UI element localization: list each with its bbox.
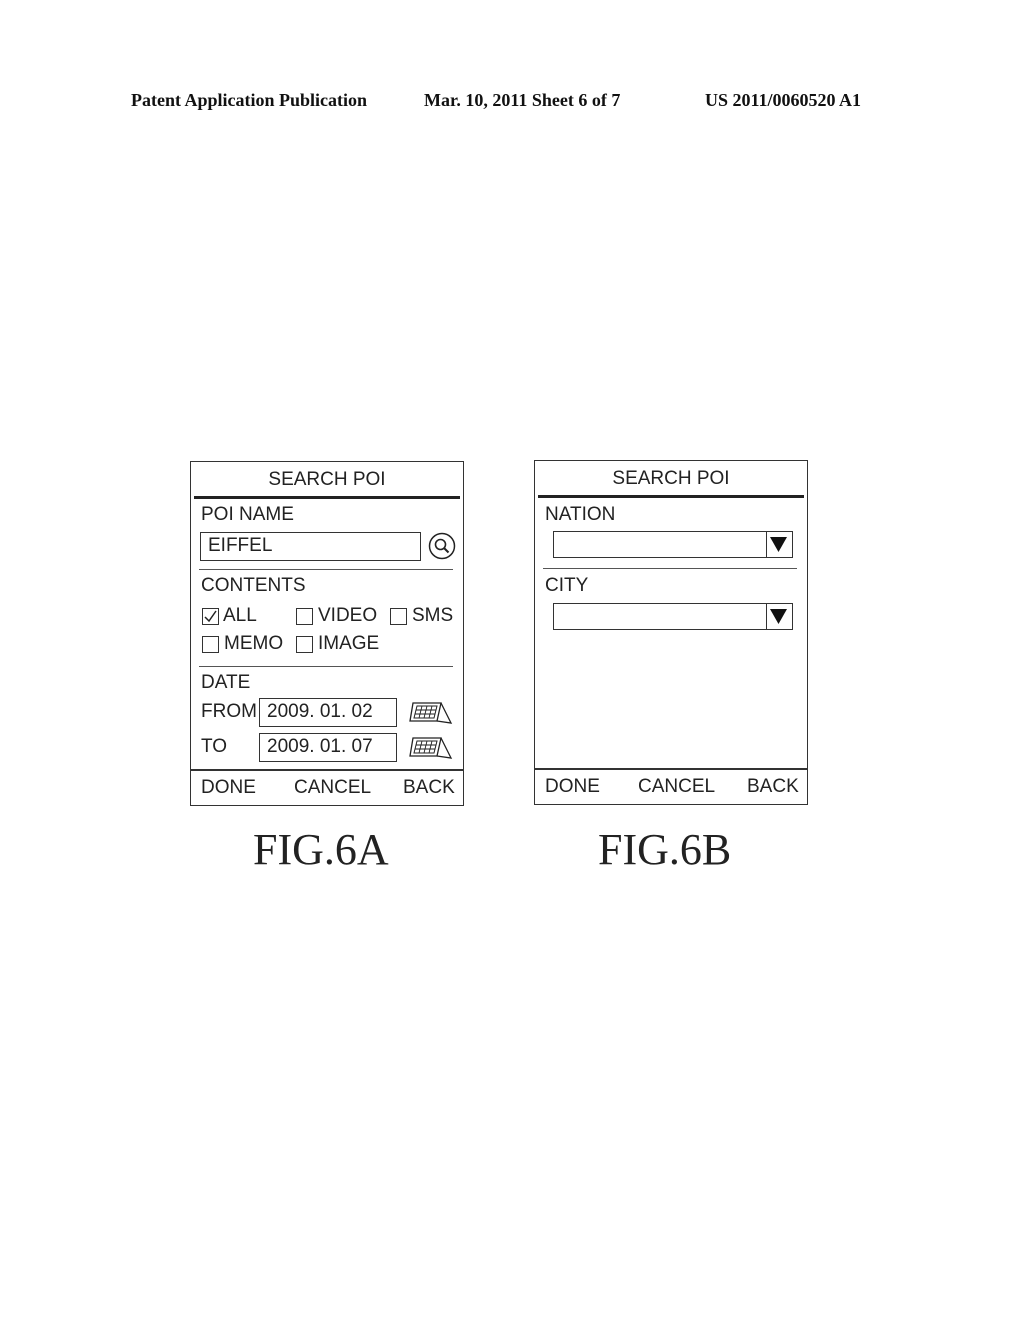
triangle-down-icon[interactable] xyxy=(766,532,792,557)
figure-caption-6a: FIG.6A xyxy=(253,825,389,874)
back-button[interactable]: BACK xyxy=(747,776,799,798)
city-label: CITY xyxy=(545,575,589,596)
from-label: FROM xyxy=(201,701,257,722)
checkbox-sms[interactable] xyxy=(390,608,407,625)
footer-divider xyxy=(535,768,807,770)
done-button[interactable]: DONE xyxy=(545,776,600,798)
section-divider xyxy=(543,568,797,569)
to-label: TO xyxy=(201,736,228,757)
publication-label: Patent Application Publication xyxy=(131,90,368,110)
checkbox-memo-label: MEMO xyxy=(224,633,284,654)
checkbox-video[interactable] xyxy=(296,608,313,625)
figure-caption-6b: FIG.6B xyxy=(598,825,732,874)
back-button[interactable]: BACK xyxy=(403,777,455,799)
poi-name-label: POI NAME xyxy=(201,504,294,525)
search-poi-panel-a: SEARCH POI POI NAME EIFFEL CONTENTS ALL … xyxy=(190,461,464,806)
checkbox-image[interactable] xyxy=(296,636,313,653)
poi-name-input[interactable]: EIFFEL xyxy=(200,532,421,561)
contents-label: CONTENTS xyxy=(201,575,306,596)
checkbox-all[interactable] xyxy=(202,608,219,625)
checkbox-all-label: ALL xyxy=(223,605,257,626)
to-date-value: 2009. 01. 07 xyxy=(267,736,373,757)
checkbox-sms-label: SMS xyxy=(412,605,454,626)
done-button[interactable]: DONE xyxy=(201,777,256,799)
panel-title: SEARCH POI xyxy=(612,468,730,489)
poi-name-value: EIFFEL xyxy=(208,535,273,556)
cancel-button[interactable]: CANCEL xyxy=(294,777,371,799)
panel-title: SEARCH POI xyxy=(268,469,386,490)
patent-number: US 2011/0060520 A1 xyxy=(705,90,862,110)
triangle-down-icon[interactable] xyxy=(766,604,792,629)
city-dropdown[interactable] xyxy=(553,603,793,630)
from-date-value: 2009. 01. 02 xyxy=(267,701,373,722)
checkbox-memo[interactable] xyxy=(202,636,219,653)
checkbox-video-label: VIDEO xyxy=(318,605,378,626)
nation-dropdown[interactable] xyxy=(553,531,793,558)
magnifier-icon[interactable] xyxy=(428,532,456,560)
checkbox-image-label: IMAGE xyxy=(318,633,380,654)
nation-label: NATION xyxy=(545,504,616,525)
calendar-icon[interactable] xyxy=(409,735,453,761)
to-date-input[interactable]: 2009. 01. 07 xyxy=(259,733,397,762)
title-divider xyxy=(538,495,804,498)
date-sheet-label: Mar. 10, 2011 Sheet 6 of 7 xyxy=(424,90,621,110)
cancel-button[interactable]: CANCEL xyxy=(638,776,715,798)
date-label: DATE xyxy=(201,672,251,693)
section-divider xyxy=(199,666,453,667)
calendar-icon[interactable] xyxy=(409,700,453,726)
section-divider xyxy=(199,569,453,570)
search-poi-panel-b: SEARCH POI NATION CITY DONE CANCEL BACK xyxy=(534,460,808,805)
title-divider xyxy=(194,496,460,499)
from-date-input[interactable]: 2009. 01. 02 xyxy=(259,698,397,727)
footer-divider xyxy=(191,769,463,771)
